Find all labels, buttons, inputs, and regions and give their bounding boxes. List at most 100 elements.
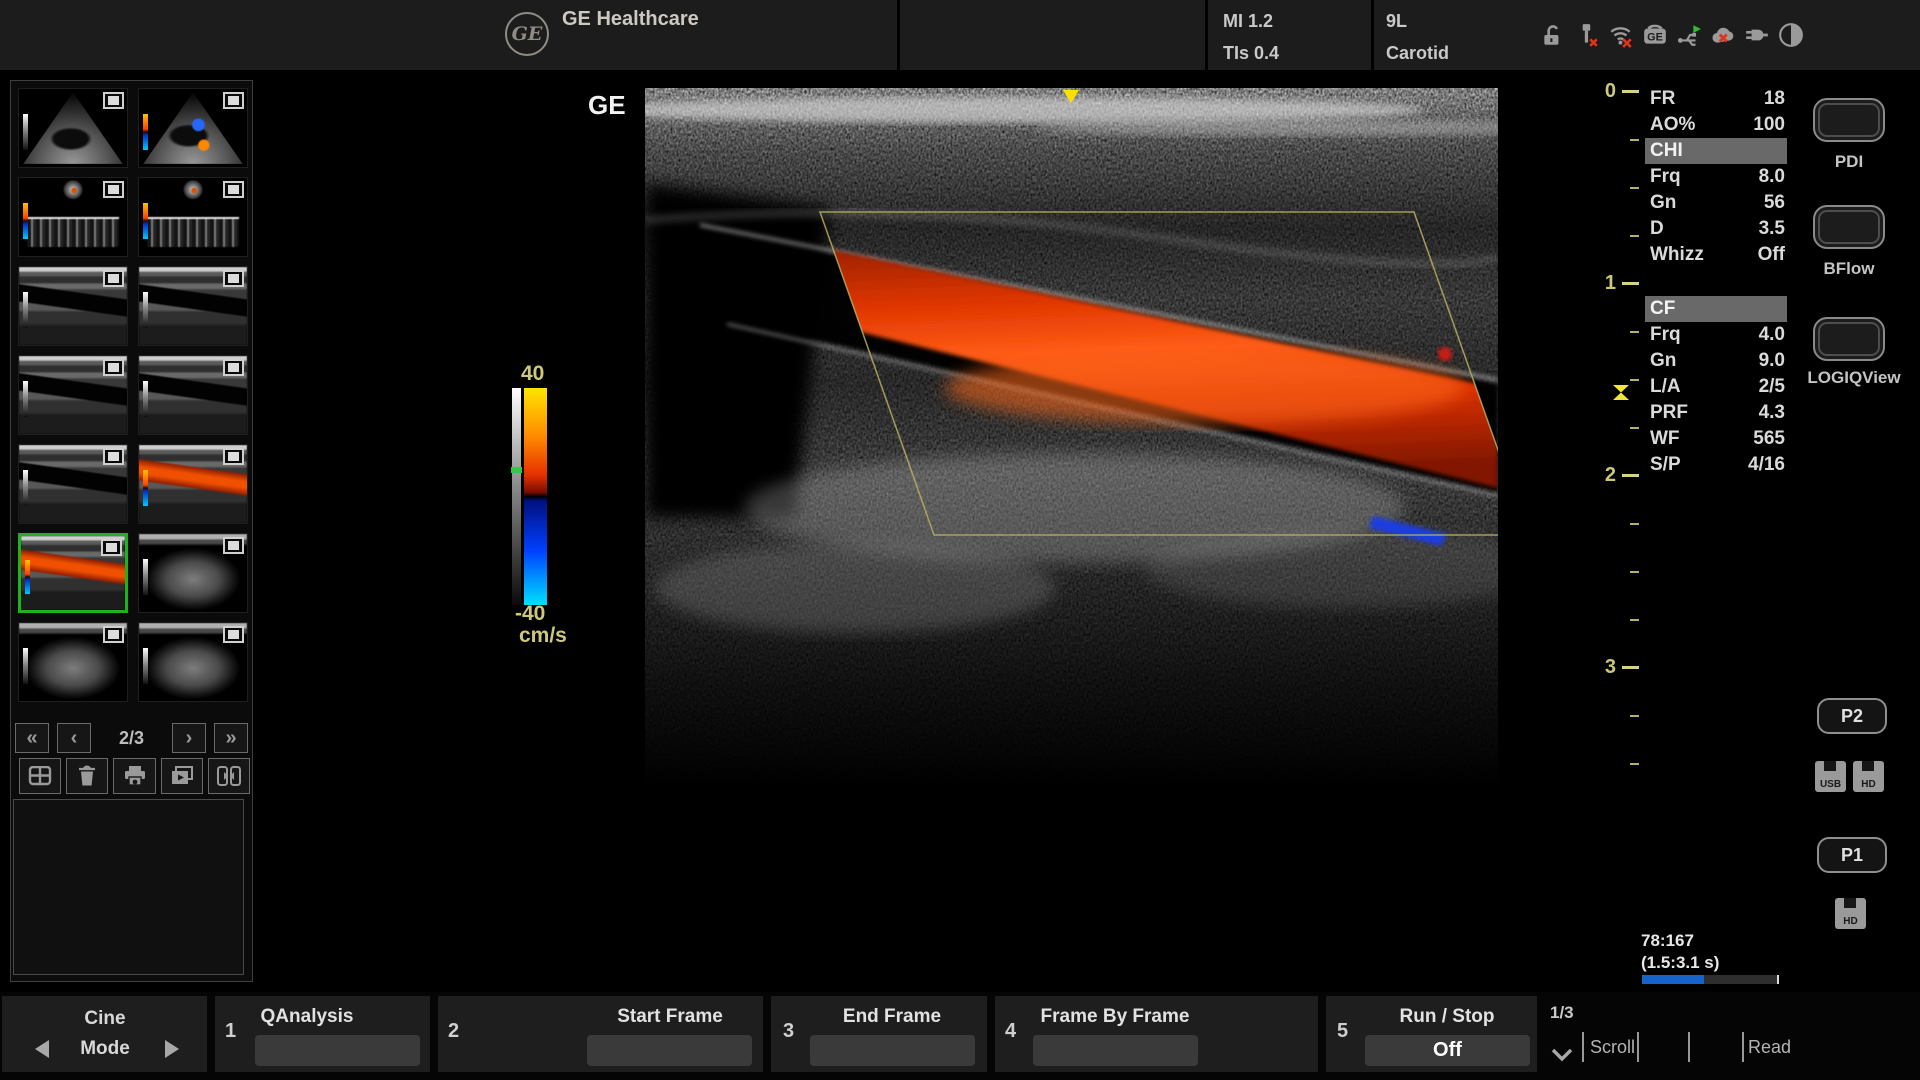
cine-clip-icon [223, 537, 244, 554]
thumbnail-carotid-long[interactable] [18, 266, 128, 346]
save-usb-icon[interactable]: USB [1815, 761, 1846, 792]
thumb-scale-bar [143, 203, 148, 239]
cine-label: Cine [55, 1008, 155, 1030]
thumbnail-cardiac-color[interactable] [138, 88, 248, 168]
thumb-scale-bar [143, 559, 148, 595]
softkey-value-button[interactable] [255, 1035, 420, 1066]
cine-mode-prev-button[interactable] [35, 1040, 49, 1058]
param-row: Frq8.0 [1645, 164, 1787, 190]
thumb-scale-bar [143, 648, 148, 684]
cine-clip-icon [103, 626, 124, 643]
thumbnail-spectral-doppler[interactable] [18, 177, 128, 257]
bflow-label: BFlow [1794, 259, 1904, 279]
next-page-button[interactable]: › [172, 723, 206, 753]
save-hd-icon[interactable]: HD [1853, 761, 1884, 792]
thumbnail-carotid-long[interactable] [18, 444, 128, 524]
cine-clip-icon [103, 181, 124, 198]
knob-divider [1688, 1032, 1690, 1062]
softkey-label: End Frame [762, 1006, 1022, 1028]
param-row: L/A2/5 [1645, 374, 1787, 400]
gray-scale-bar [512, 388, 521, 605]
thumbnail-pagination: « ‹ 2/3 › » [13, 722, 250, 754]
cine-progress-bar[interactable] [1642, 975, 1779, 984]
scroll-knob-label: Scroll [1590, 1037, 1635, 1058]
logiqview-button[interactable] [1813, 317, 1885, 361]
pdi-button[interactable] [1813, 98, 1885, 142]
thumbnail-spectral-doppler[interactable] [138, 177, 248, 257]
print-icon [123, 765, 147, 787]
parameter-panel: FR18 AO%100 CHI Frq8.0 Gn56 D3.5 WhizzOf… [1645, 86, 1787, 478]
thumbnail-carotid-long-flow[interactable] [18, 533, 128, 613]
cine-clip-icon [223, 181, 244, 198]
grid-layout-button[interactable] [19, 758, 61, 794]
softkey-label: Frame By Frame [985, 1006, 1245, 1028]
print-button[interactable] [113, 758, 155, 794]
save-hd2-icon[interactable]: HD [1835, 898, 1866, 929]
mode-label: Mode [55, 1038, 155, 1060]
knob-divider [1637, 1032, 1639, 1062]
probe-name: 9L [1386, 6, 1407, 36]
clipboard-toolbar [13, 758, 250, 794]
cine-clip-icon [223, 448, 244, 465]
param-row: WF565 [1645, 426, 1787, 452]
first-page-button[interactable]: « [15, 723, 49, 753]
thumbnail-transverse[interactable] [138, 622, 248, 702]
cine-clip-icon [103, 448, 124, 465]
softkey-value-button[interactable] [587, 1035, 752, 1066]
softkey-value-button[interactable] [1033, 1035, 1198, 1066]
p2-print-button[interactable]: P2 [1817, 698, 1887, 734]
thumbnail-carotid-long[interactable] [138, 266, 248, 346]
prev-page-button[interactable]: ‹ [57, 723, 91, 753]
delete-icon [76, 765, 98, 787]
thumb-scale-bar [143, 381, 148, 417]
param-mode-header: CF [1645, 296, 1787, 322]
p1-print-button[interactable]: P1 [1817, 837, 1887, 873]
knob-divider [1582, 1032, 1584, 1062]
cine-mode-next-button[interactable] [165, 1040, 179, 1058]
thumbnail-carotid-long[interactable] [18, 355, 128, 435]
softkey-panel-3: 3 End Frame [771, 996, 987, 1072]
slideshow-button[interactable] [161, 758, 203, 794]
scale-unit-label: cm/s [519, 624, 567, 648]
softkey-page-indicator: 1/3 [1550, 1003, 1574, 1023]
thumb-scale-bar [23, 381, 28, 417]
ge-remote-service-icon: GE [1642, 22, 1668, 48]
depth-label-3: 3 [1592, 656, 1616, 679]
color-scale-bar [524, 388, 547, 605]
thumbnail-cardiac-gray[interactable] [18, 88, 128, 168]
softkey-page-chevron[interactable] [1551, 1048, 1573, 1062]
softkey-value-button[interactable]: Off [1365, 1035, 1530, 1066]
param-row: Gn56 [1645, 190, 1787, 216]
last-page-button[interactable]: » [214, 723, 248, 753]
top-status-bar: GE GE Healthcare MI 1.2 TIs 0.4 9L Carot… [0, 0, 1920, 70]
param-row: Frq4.0 [1645, 322, 1787, 348]
param-row: PRF4.3 [1645, 400, 1787, 426]
thumb-scale-bar [143, 470, 148, 506]
delete-button[interactable] [66, 758, 108, 794]
cloud-offline-icon [1710, 22, 1736, 48]
mi-value: MI 1.2 [1223, 6, 1273, 36]
read-knob-label: Read [1748, 1037, 1791, 1058]
preset-name: Carotid [1386, 38, 1449, 68]
cine-duration: (1.5:3.1 s) [1641, 953, 1719, 973]
thumbnail-carotid-long-flow[interactable] [138, 444, 248, 524]
cine-clip-icon [103, 270, 124, 287]
transfer-button[interactable] [208, 758, 250, 794]
knob-divider [1742, 1032, 1744, 1062]
bflow-button[interactable] [1813, 205, 1885, 249]
thumb-scale-bar [23, 203, 28, 239]
cine-clip-icon [103, 92, 124, 109]
depth-label-0: 0 [1592, 80, 1616, 103]
softkey-value-button[interactable] [810, 1035, 975, 1066]
grid-layout-icon [28, 766, 52, 786]
clipboard-panel: « ‹ 2/3 › » [10, 80, 253, 982]
thumbnail-transverse[interactable] [138, 533, 248, 613]
param-row: Gn9.0 [1645, 348, 1787, 374]
topbar-divider [897, 0, 900, 70]
thumbnail-carotid-long[interactable] [138, 355, 248, 435]
softkey-bar: Cine Mode 1 QAnalysis 2 Start Frame 3 En… [0, 992, 1920, 1080]
depth-label-2: 2 [1592, 464, 1616, 487]
thumbnail-transverse[interactable] [18, 622, 128, 702]
param-row: D3.5 [1645, 216, 1787, 242]
ultrasound-image[interactable] [645, 88, 1498, 788]
